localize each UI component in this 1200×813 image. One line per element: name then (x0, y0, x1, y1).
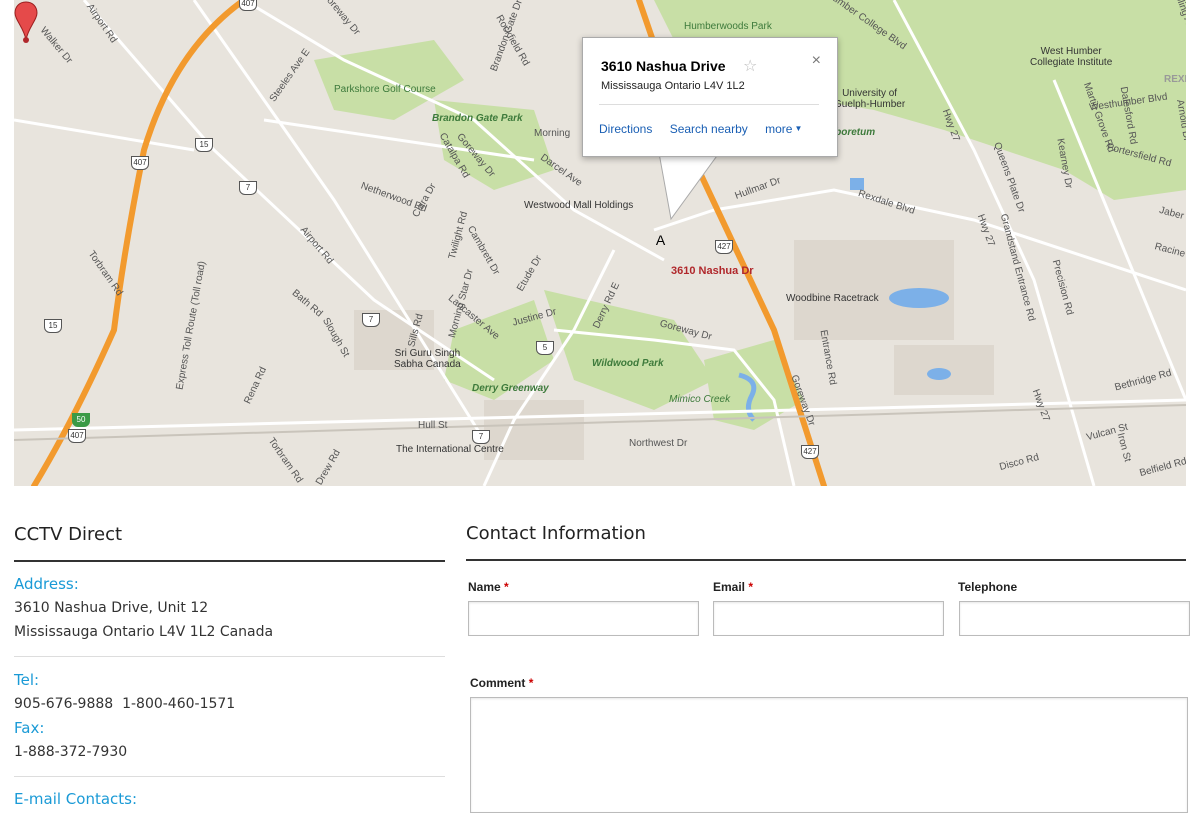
tel-divider (14, 776, 445, 777)
shield-407: 407 (131, 156, 149, 170)
company-name: CCTV Direct (14, 524, 123, 545)
address-line-2: Mississauga Ontario L4V 1L2 Canada (14, 624, 274, 640)
directions-link[interactable]: Directions (599, 122, 652, 136)
popup-links: Directions Search nearby more ▼ (599, 122, 816, 136)
contact-form-title: Contact Information (466, 523, 646, 544)
map-label-woodbine-racetrack: Woodbine Racetrack (786, 293, 879, 304)
map-label-hull-st: Hull St (418, 420, 448, 431)
shield-15: 15 (44, 319, 62, 333)
company-divider (14, 560, 445, 562)
more-link-label: more (765, 122, 793, 136)
shield-427: 427 (715, 240, 733, 254)
shield-7: 7 (239, 181, 257, 195)
name-label: Name * (468, 580, 509, 594)
caret-down-icon: ▼ (794, 124, 803, 133)
address-line-1: 3610 Nashua Drive, Unit 12 (14, 600, 209, 616)
address-label: Address: (14, 575, 79, 593)
map[interactable]: Humberwoods Park West Humber Collegiate … (14, 0, 1186, 486)
tel-value: 905-676-9888 1-800-460-1571 (14, 696, 236, 712)
map-label-derry-greenway: Derry Greenway (472, 383, 549, 394)
comment-label-text: Comment (470, 676, 526, 690)
map-label-brandon-gate-park: Brandon Gate Park (432, 113, 523, 124)
email-contacts-label: E-mail Contacts: (14, 790, 138, 808)
shield-50: 50 (72, 413, 90, 427)
map-label-sri-guru: Sri Guru Singh Sabha Canada (394, 348, 461, 370)
popup-title: 3610 Nashua Drive (601, 58, 726, 74)
map-label-rexdale: REXI (1164, 74, 1186, 85)
map-label-mimico-creek: Mimico Creek (669, 394, 731, 405)
search-nearby-link[interactable]: Search nearby (670, 122, 748, 136)
shield-427: 427 (801, 445, 819, 459)
required-mark: * (748, 580, 754, 594)
shield-15: 15 (195, 138, 213, 152)
map-marker-label: 3610 Nashua Dr (671, 265, 754, 277)
close-icon[interactable]: × (812, 52, 821, 70)
fax-value: 1-888-372-7930 (14, 744, 128, 760)
star-icon[interactable]: ☆ (743, 56, 757, 75)
required-mark: * (528, 676, 534, 690)
contact-form-divider (466, 559, 1186, 561)
shield-5: 5 (536, 341, 554, 355)
fax-label: Fax: (14, 719, 45, 737)
comment-label: Comment * (470, 676, 533, 690)
telephone-label: Telephone (958, 580, 1018, 594)
map-info-popup: 3610 Nashua Drive ☆ × Mississauga Ontari… (582, 37, 838, 157)
map-label-northwest-dr: Northwest Dr (629, 438, 688, 449)
comment-textarea[interactable] (470, 697, 1188, 813)
address-divider (14, 656, 445, 657)
map-label-international-centre: The International Centre (396, 444, 504, 455)
map-label-morning: Morning (534, 128, 571, 139)
map-label-west-humber-ci: West Humber Collegiate Institute (1030, 46, 1113, 68)
popup-divider (599, 104, 819, 105)
map-label-westwood-mall: Westwood Mall Holdings (524, 200, 634, 211)
more-link[interactable]: more ▼ (765, 122, 802, 136)
popup-tail (659, 153, 720, 221)
map-label-humberwoods-park: Humberwoods Park (684, 21, 772, 32)
email-label-text: Email (713, 580, 746, 594)
name-label-text: Name (468, 580, 501, 594)
shield-407: 407 (68, 429, 86, 443)
map-label-parkshore-golf: Parkshore Golf Course (334, 84, 436, 95)
shield-407: 407 (239, 0, 257, 11)
map-label-wildwood-park: Wildwood Park (592, 358, 664, 369)
shield-7: 7 (362, 313, 380, 327)
popup-address: Mississauga Ontario L4V 1L2 (601, 80, 745, 92)
email-label: Email * (713, 580, 753, 594)
name-input[interactable] (468, 601, 699, 636)
map-marker-letter: A (655, 232, 666, 248)
email-input[interactable] (713, 601, 944, 636)
map-label-university-guelph-humber: University of Guelph-Humber (834, 88, 906, 110)
shield-7: 7 (472, 430, 490, 444)
map-marker-pin[interactable] (14, 0, 38, 44)
required-mark: * (504, 580, 509, 594)
telephone-input[interactable] (959, 601, 1190, 636)
tel-label: Tel: (14, 671, 40, 689)
